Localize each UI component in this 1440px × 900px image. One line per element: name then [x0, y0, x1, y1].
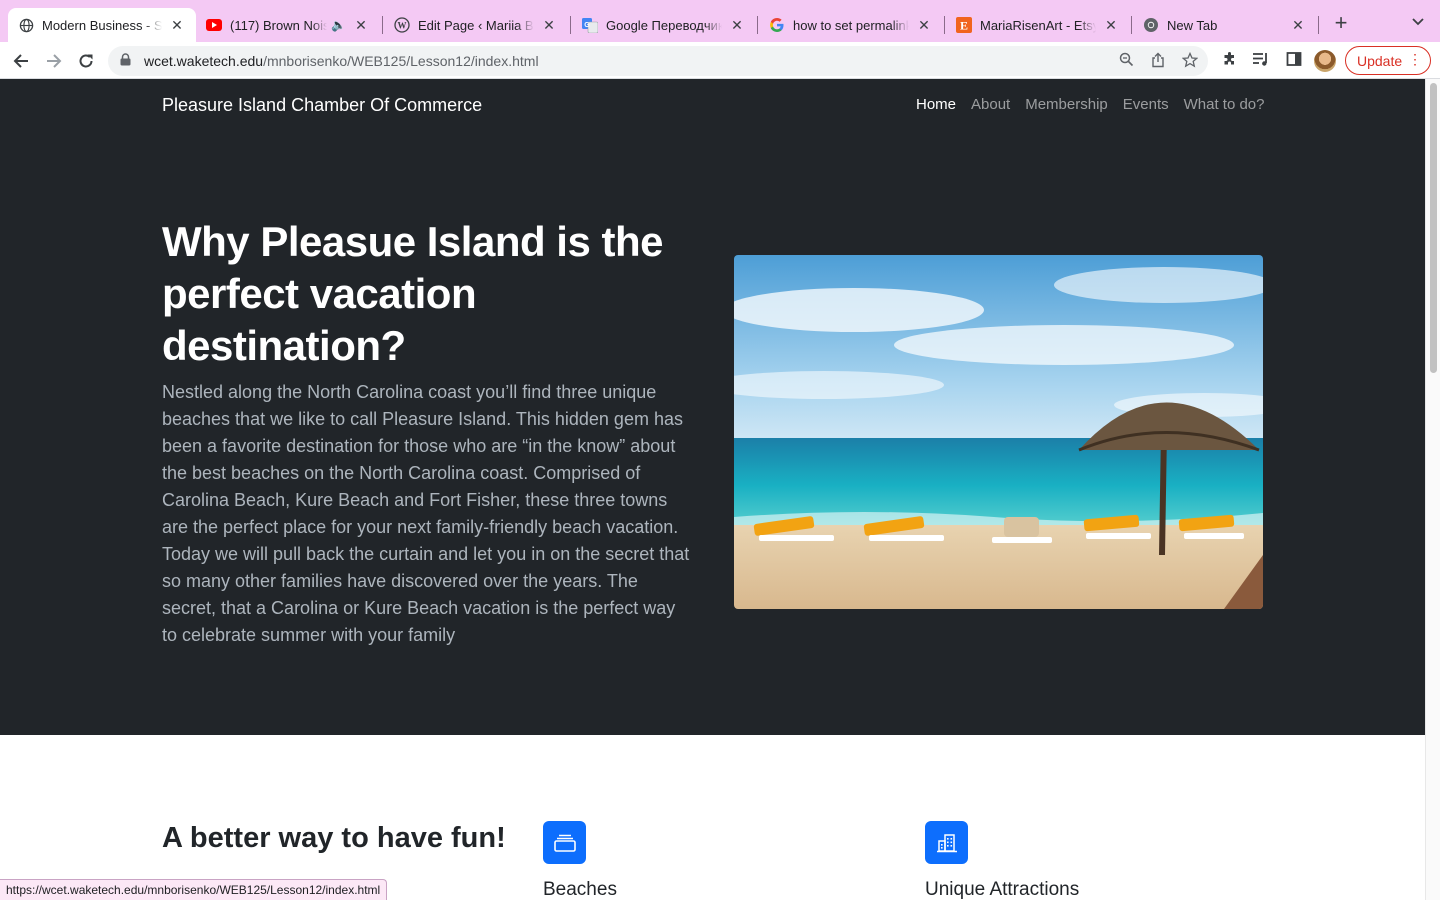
close-icon[interactable]: ✕ [1102, 17, 1120, 34]
close-icon[interactable]: ✕ [1289, 17, 1307, 34]
close-icon[interactable]: ✕ [168, 17, 186, 34]
side-panel-icon[interactable] [1284, 51, 1304, 71]
globe-icon [18, 17, 34, 33]
feature-title-unique-attractions: Unique Attractions [925, 879, 1080, 900]
features-title: A better way to have fun! [162, 822, 506, 854]
update-button[interactable]: Update ⋮ [1345, 46, 1431, 75]
site-brand[interactable]: Pleasure Island Chamber Of Commerce [162, 95, 482, 116]
address-bar[interactable]: wcet.waketech.edu/mnborisenko/WEB125/Les… [108, 46, 1208, 76]
beach-image [734, 255, 1263, 609]
scrollbar-thumb[interactable] [1430, 83, 1437, 373]
tab-title: New Tab [1167, 17, 1218, 33]
close-icon[interactable]: ✕ [915, 17, 933, 34]
back-button[interactable] [8, 48, 34, 74]
profile-avatar[interactable] [1314, 50, 1336, 72]
hero-title: Why Pleasue Island is the perfect vacati… [162, 218, 664, 369]
close-icon[interactable]: ✕ [540, 17, 558, 34]
hero-text: Nestled along the North Carolina coast y… [162, 382, 690, 645]
hero-section: Pleasure Island Chamber Of Commerce Home… [0, 79, 1425, 735]
tab-separator [1318, 16, 1319, 34]
tab-title: Google Переводчик [606, 17, 722, 33]
nav-link-about[interactable]: About [971, 96, 1010, 113]
svg-text:G: G [584, 22, 590, 29]
lock-icon[interactable] [120, 53, 134, 69]
tab-strip: Modern Business - St ✕ (117) Brown Noise… [0, 0, 1440, 42]
google-translate-icon: G [582, 17, 598, 33]
tab-youtube[interactable]: (117) Brown Noise 🔈 ✕ [196, 8, 380, 42]
tab-google-search[interactable]: how to set permalink ✕ [759, 8, 943, 42]
feature-title-beaches: Beaches [543, 879, 617, 900]
nav-link-what-to-do[interactable]: What to do? [1184, 96, 1265, 113]
share-icon[interactable] [1149, 52, 1167, 70]
collection-icon [543, 821, 586, 864]
tab-separator [944, 16, 945, 34]
reload-button[interactable] [73, 48, 99, 74]
forward-button[interactable] [41, 48, 67, 74]
tab-title: MariaRisenArt - Etsy [980, 17, 1096, 33]
tab-title: Modern Business - St [42, 17, 162, 33]
update-label: Update [1357, 52, 1403, 69]
page-scrollbar[interactable] [1425, 79, 1440, 900]
tab-modern-business[interactable]: Modern Business - St ✕ [8, 8, 196, 42]
tab-new-tab[interactable]: New Tab ✕ [1133, 8, 1317, 42]
extensions-puzzle-icon[interactable] [1220, 51, 1240, 71]
bookmark-star-icon[interactable] [1181, 51, 1199, 70]
wordpress-icon: W [394, 17, 410, 33]
tab-etsy[interactable]: E MariaRisenArt - Etsy ✕ [946, 8, 1130, 42]
more-menu-icon[interactable]: ⋮ [1408, 51, 1422, 68]
tab-separator [757, 16, 758, 34]
tab-wordpress[interactable]: W Edit Page ‹ Mariia Bor ✕ [384, 8, 568, 42]
nav-link-membership[interactable]: Membership [1025, 96, 1108, 113]
tab-google-translate[interactable]: G Google Переводчик ✕ [572, 8, 756, 42]
speaker-icon[interactable]: 🔈 [331, 18, 346, 32]
nav-link-home[interactable]: Home [916, 96, 956, 113]
nav-link-events[interactable]: Events [1123, 96, 1169, 113]
url-host: wcet.waketech.edu [144, 53, 264, 69]
tab-title: (117) Brown Noise [230, 17, 328, 33]
media-queue-icon[interactable] [1251, 51, 1271, 71]
tab-separator [1131, 16, 1132, 34]
zoom-icon[interactable] [1117, 52, 1135, 70]
page-viewport: Pleasure Island Chamber Of Commerce Home… [0, 79, 1425, 900]
tab-search-chevron-icon[interactable] [1408, 14, 1428, 34]
browser-toolbar: wcet.waketech.edu/mnborisenko/WEB125/Les… [0, 42, 1440, 79]
google-icon [769, 17, 785, 33]
link-status-bar: https://wcet.waketech.edu/mnborisenko/WE… [0, 879, 388, 900]
tab-title: Edit Page ‹ Mariia Bor [418, 17, 534, 33]
building-icon [925, 821, 968, 864]
close-icon[interactable]: ✕ [352, 17, 370, 34]
main-nav: Home About Membership Events What to do? [916, 96, 1265, 113]
tab-separator [382, 16, 383, 34]
youtube-icon [206, 17, 222, 33]
chrome-icon [1143, 17, 1159, 33]
etsy-icon: E [956, 17, 972, 33]
svg-text:W: W [398, 21, 407, 31]
close-icon[interactable]: ✕ [728, 17, 746, 34]
svg-text:E: E [960, 19, 968, 33]
url-path: /mnborisenko/WEB125/Lesson12/index.html [263, 53, 539, 69]
tab-title: how to set permalink [793, 17, 909, 33]
new-tab-button[interactable]: + [1330, 12, 1352, 34]
tab-separator [570, 16, 571, 34]
